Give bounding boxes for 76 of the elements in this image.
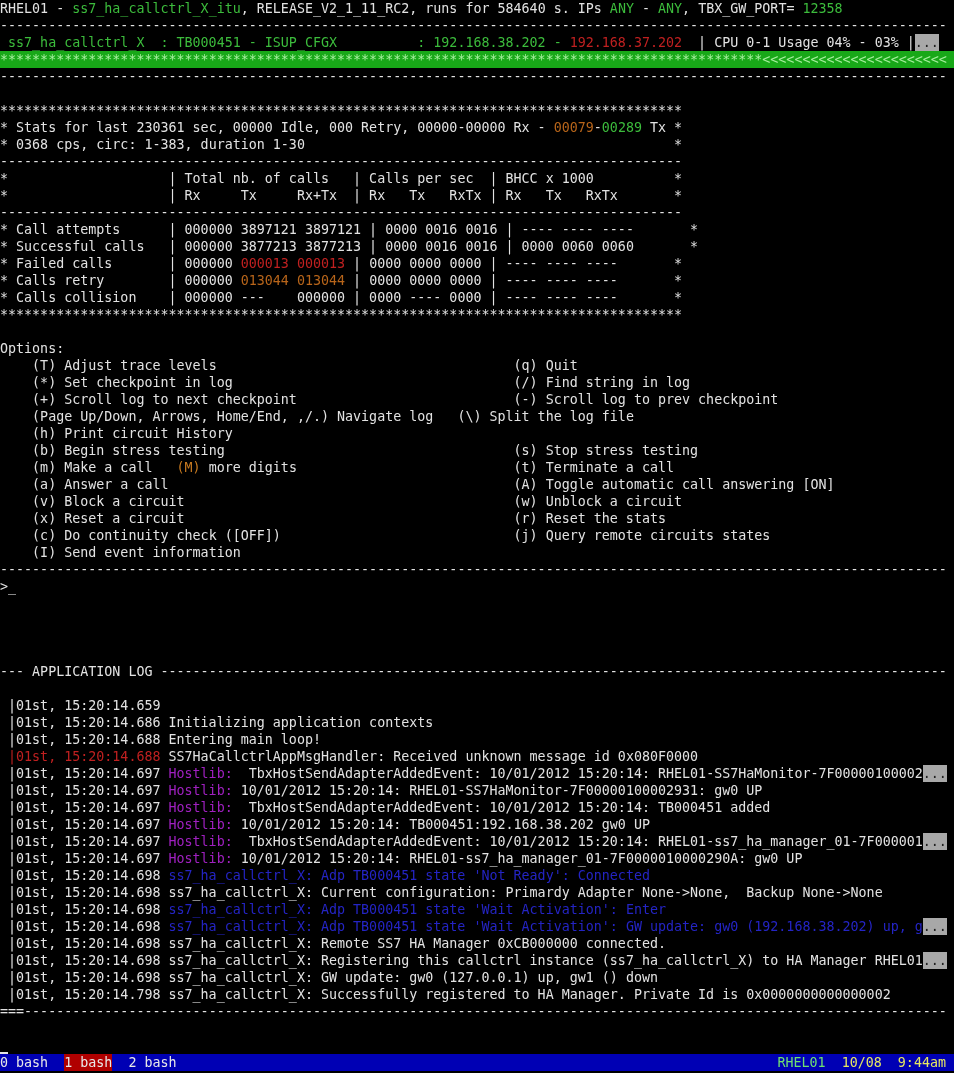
log-entry: |01st, 15:20:14.697 Hostlib: 10/01/2012 15:20:14: RHEL01-ss7_ha_manager_01-7F0000010000290A: gw0 UP (8, 850, 803, 867)
menu-option: (r) Reset the stats (513, 511, 666, 526)
separator-line: ---------------------------------------------------------------------------------------------------------------------- (0, 68, 947, 85)
truncation-marker: ... (922, 952, 947, 969)
menu-option: (*) Set checkpoint in log (32, 374, 233, 391)
table-row: * Call attempts | 000000 3897121 3897121 | 0000 0016 0016 | ---- ---- ---- * (0, 221, 699, 238)
log-entry: |01st, 15:20:14.697 Hostlib: 10/01/2012 15:20:14: TB000451:192.168.38.202 gw0 UP (8, 816, 650, 833)
cursor-icon (0, 1052, 8, 1054)
menu-option: (/) Find string in log (513, 375, 691, 390)
title-line: RHEL01 - ss7_ha_callctrl_X_itu, RELEASE_V2_1_11_RC2, runs for 584640 s. IPs ANY - ANY, TBX_GW_PORT= 12358 (0, 0, 843, 17)
table-row: * Failed calls | 000000 000013 000013 | 0000 0000 0000 | ---- ---- ---- * (0, 255, 683, 272)
window-tab[interactable]: 1 bash (64, 1054, 113, 1071)
log-entry: |01st, 15:20:14.698 ss7_ha_callctrl_X: GW update: gw0 (127.0.0.1) up, gw1 () down (8, 969, 658, 986)
separator-line: ---------------------------------------------------------------------------------------------------------------------- (0, 561, 947, 578)
menu-option: (h) Print circuit History (32, 425, 233, 442)
time-text: 9:44am (897, 1054, 946, 1071)
separator-line: ------------------------------------------------------------------------------------- (0, 204, 683, 221)
menu-option: (\) Split the log file (457, 408, 634, 425)
log-entry: |01st, 15:20:14.697 Hostlib: TbxHostSendAdapterAddedEvent: 10/01/2012 15:20:14: TB000451 added (8, 799, 771, 816)
log-entry: |01st, 15:20:14.798 ss7_ha_callctrl_X: Successfully registered to HA Manager. Private Id is 0x0000000000000002 (8, 986, 891, 1003)
log-heading: --- APPLICATION LOG -------------------------------------------------------------------------------------------------- (0, 663, 947, 680)
host-name: RHEL01 (777, 1054, 826, 1071)
log-entry: |01st, 15:20:14.697 Hostlib: 10/01/2012 15:20:14: RHEL01-SS7HaMonitor-7F00000100002931: gw0 UP (8, 782, 763, 799)
menu-option: (c) Do continuity check ([OFF]) (32, 527, 281, 544)
menu-option: (A) Toggle automatic call answering [ON] (513, 477, 835, 492)
menu-option: (M) more digits (176, 459, 297, 476)
table-row: * Calls collision | 000000 --- 000000 | 0000 ---- 0000 | ---- ---- ---- * (0, 289, 683, 306)
menu-option: (T) Adjust trace levels (32, 357, 217, 374)
window-tab[interactable]: 0 bash (0, 1054, 49, 1071)
log-entry: |01st, 15:20:14.698 ss7_ha_callctrl_X: Registering this callctrl instance (ss7_ha_callctrl_X) to HA Manager RHEL01 (8, 952, 923, 969)
stats-line: * 0368 cps, circ: 1-383, duration 1-30 * (0, 136, 683, 153)
menu-option: (w) Unblock a circuit (513, 494, 683, 509)
stats-line: * Stats for last 230361 sec, 00000 Idle, 000 Retry, 00000-00000 Rx - 00079-00289 Tx * (0, 119, 683, 136)
menu-option: (Page Up/Down, Arrows, Home/End, ,/.) Navigate log (32, 408, 434, 425)
menu-option: (q) Quit (513, 358, 578, 373)
progress-banner: ***********************************************************************************************<<<<<<<<<<<<<<<<<<<<<<< (0, 51, 954, 68)
menu-option: (t) Terminate a call (513, 460, 674, 475)
log-entry: |01st, 15:20:14.697 Hostlib: TbxHostSendAdapterAddedEvent: 10/01/2012 15:20:14: RHEL01-ss7_ha_manager_01-7F000001 (8, 833, 923, 850)
truncation-marker: ... (922, 765, 947, 782)
window-tab[interactable]: 2 bash (128, 1054, 177, 1071)
menu-option: (a) Answer a call (32, 476, 169, 493)
log-entry: |01st, 15:20:14.688 SS7HaCallctrlAppMsgHandler: Received unknown message id 0x080F0000 (8, 748, 699, 765)
truncation-marker: ... (922, 918, 947, 935)
menu-option: (x) Reset a circuit (32, 510, 185, 527)
truncation-marker: ... (914, 34, 939, 51)
log-entry: |01st, 15:20:14.688 Entering main loop! (8, 731, 321, 748)
options-heading: Options: (0, 340, 65, 357)
truncation-marker: ... (922, 833, 947, 850)
menu-option: (-) Scroll log to prev checkpoint (513, 392, 779, 407)
menu-option: (m) Make a call (32, 459, 153, 476)
separator-line: ---------------------------------------------------------------------------------------------------------------------- (0, 17, 947, 34)
table-header: * | Total nb. of calls | Calls per sec | BHCC x 1000 * (0, 170, 683, 187)
menu-option: (b) Begin stress testing (32, 442, 225, 459)
command-prompt[interactable]: >_ (0, 578, 17, 595)
menu-option: (j) Query remote circuits states (513, 528, 771, 543)
menu-option: (s) Stop stress testing (513, 443, 699, 458)
separator-line: ------------------------------------------------------------------------------------- (0, 153, 683, 170)
log-entry: |01st, 15:20:14.686 Initializing application contexts (8, 714, 434, 731)
log-entry: |01st, 15:20:14.698 ss7_ha_callctrl_X: Current configuration: Primardy Adapter None->None, Backup None->None (8, 884, 883, 901)
log-entry: |01st, 15:20:14.698 ss7_ha_callctrl_X: Adp TB000451 state 'Wait Activation': GW update: gw0 (192.168.38.202) up, g (8, 918, 923, 935)
menu-option: (I) Send event information (32, 544, 241, 561)
status-line: ss7_ha_callctrl_X : TB000451 - ISUP_CFGX : 192.168.38.202 - 192.168.37.202 | CPU 0-1 Usage 04% - 03% | (8, 34, 915, 51)
menu-option: (+) Scroll log to next checkpoint (32, 391, 297, 408)
separator-line: ===------------------------------------------------------------------------------------------------------------------- (0, 1003, 947, 1020)
log-entry: |01st, 15:20:14.698 ss7_ha_callctrl_X: Remote SS7 HA Manager 0xCB000000 connected. (8, 935, 666, 952)
table-header: * | Rx Tx Rx+Tx | Rx Tx RxTx | Rx Tx RxTx * (0, 187, 683, 204)
log-entry: |01st, 15:20:14.697 Hostlib: TbxHostSendAdapterAddedEvent: 10/01/2012 15:20:14: RHEL01-SS7HaMonitor-7F00000100002 (8, 765, 923, 782)
log-entry: |01st, 15:20:14.659 (8, 697, 161, 714)
menu-option: (v) Block a circuit (32, 493, 185, 510)
log-entry: |01st, 15:20:14.698 ss7_ha_callctrl_X: Adp TB000451 state 'Not Ready': Connected (8, 867, 650, 884)
log-entry: |01st, 15:20:14.698 ss7_ha_callctrl_X: Adp TB000451 state 'Wait Activation': Enter (8, 901, 666, 918)
border-line: ************************************************************************************* (0, 102, 683, 119)
table-row: * Successful calls | 000000 3877213 3877213 | 0000 0016 0016 | 0000 0060 0060 * (0, 238, 699, 255)
border-line: ************************************************************************************* (0, 306, 683, 323)
table-row: * Calls retry | 000000 013044 013044 | 0000 0000 0000 | ---- ---- ---- * (0, 272, 683, 289)
date-text: 10/08 (841, 1054, 882, 1071)
